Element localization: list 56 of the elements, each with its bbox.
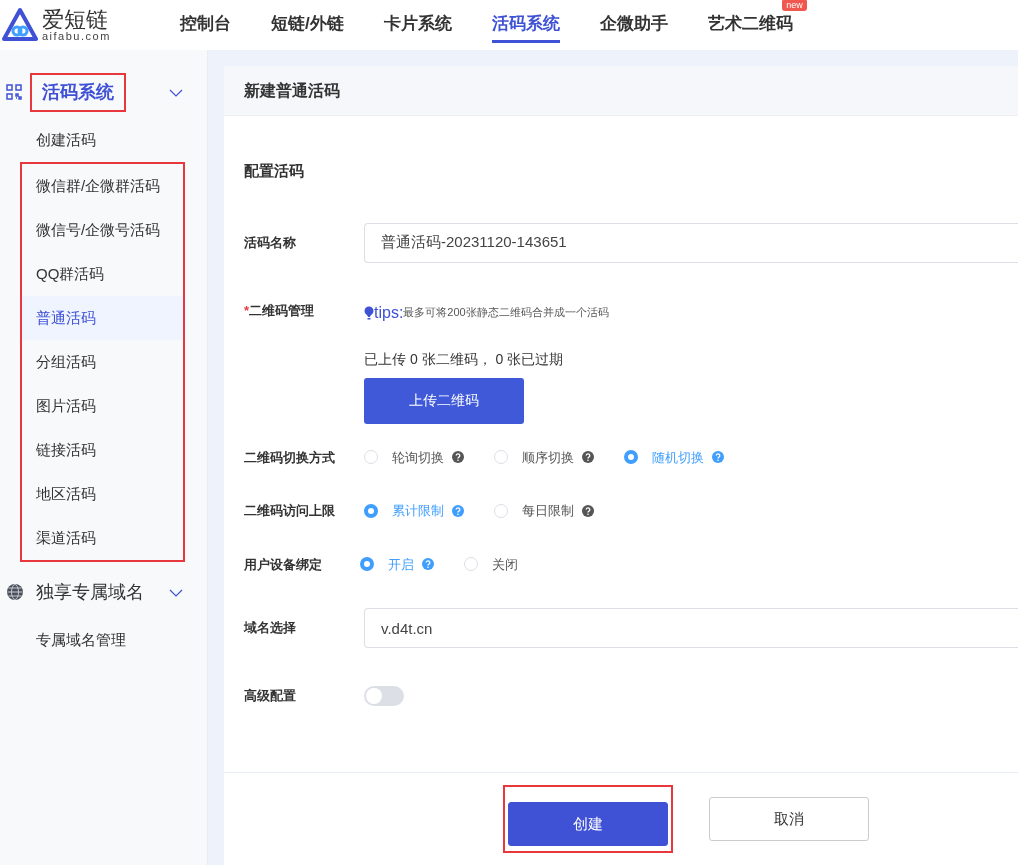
- sidebar-item[interactable]: 微信群/企微群活码: [22, 164, 183, 208]
- radio-option[interactable]: 关闭: [464, 554, 518, 574]
- sidebar-item[interactable]: 创建活码: [0, 118, 207, 162]
- field-label: 用户设备绑定: [244, 555, 323, 574]
- sidebar-item[interactable]: 地区活码: [22, 472, 183, 516]
- globe-icon: [6, 583, 24, 601]
- tip-label: tips:: [374, 302, 404, 323]
- sidebar-item[interactable]: QQ群活码: [22, 252, 183, 296]
- sidebar-item[interactable]: 普通活码: [22, 296, 183, 340]
- sidebar-item[interactable]: 专属域名管理: [0, 618, 207, 662]
- radio-option[interactable]: 顺序切换: [494, 447, 594, 467]
- sidebar-item[interactable]: 渠道活码: [22, 516, 183, 560]
- radio-circle[interactable]: [624, 450, 638, 465]
- toggle-switch[interactable]: [364, 686, 404, 706]
- logo-icon: [2, 7, 38, 43]
- panel-title: 新建普通活码: [224, 66, 1018, 116]
- sidebar-item[interactable]: 微信号/企微号活码: [22, 208, 183, 252]
- radio-option[interactable]: 轮询切换: [364, 447, 464, 467]
- nav-tab[interactable]: 卡片系统: [383, 6, 452, 44]
- radio-circle[interactable]: [364, 503, 378, 518]
- help-icon: [712, 451, 724, 464]
- help-icon: [452, 504, 464, 517]
- field-label: 二维码切换方式: [244, 448, 336, 467]
- radio-option[interactable]: 每日限制: [494, 501, 594, 521]
- logo-name: 爱短链: [42, 8, 109, 31]
- logo-domain: aifabu.com: [42, 30, 111, 42]
- field-label: 二维码访问上限: [244, 502, 336, 520]
- nav-tab[interactable]: 活码系统: [491, 6, 560, 44]
- sidebar-item[interactable]: 链接活码: [22, 428, 183, 472]
- field-label: 活码名称: [244, 233, 297, 252]
- cancel-button[interactable]: 取消: [709, 797, 869, 841]
- field-label: 域名选择: [244, 619, 297, 638]
- sidebar-section[interactable]: 活码系统: [30, 72, 126, 112]
- upload-button[interactable]: 上传二维码: [364, 377, 524, 424]
- qr-code-icon: [6, 84, 22, 100]
- create-button[interactable]: 创建: [508, 802, 668, 846]
- nav-tab[interactable]: 短链/外链: [271, 6, 344, 44]
- help-icon: [452, 451, 464, 464]
- upload-status: 已上传 0 张二维码， 0 张已过期: [364, 349, 565, 369]
- help-icon: [582, 504, 594, 517]
- field-label: 二维码管理: [249, 302, 315, 318]
- nav-tab[interactable]: 企微助手: [599, 6, 668, 44]
- required-mark: *: [244, 302, 250, 318]
- text-field[interactable]: v.d4t.cn: [364, 608, 1018, 648]
- sidebar-item[interactable]: 分组活码: [22, 340, 183, 384]
- tip-text: 最多可将200张静态二维码合并成一个活码: [403, 305, 609, 319]
- sidebar-section[interactable]: 独享专属域名: [32, 572, 156, 612]
- nav-tab[interactable]: 控制台: [180, 6, 231, 44]
- radio-circle[interactable]: [360, 557, 374, 572]
- new-badge: new: [782, 0, 807, 11]
- sidebar-item[interactable]: 图片活码: [22, 384, 183, 428]
- text-field[interactable]: 普通活码-20231120-143651: [364, 222, 1018, 263]
- field-label: 高级配置: [244, 687, 297, 706]
- help-icon: [582, 451, 594, 464]
- lightbulb-icon: [364, 305, 374, 320]
- section-title: 配置活码: [244, 161, 305, 181]
